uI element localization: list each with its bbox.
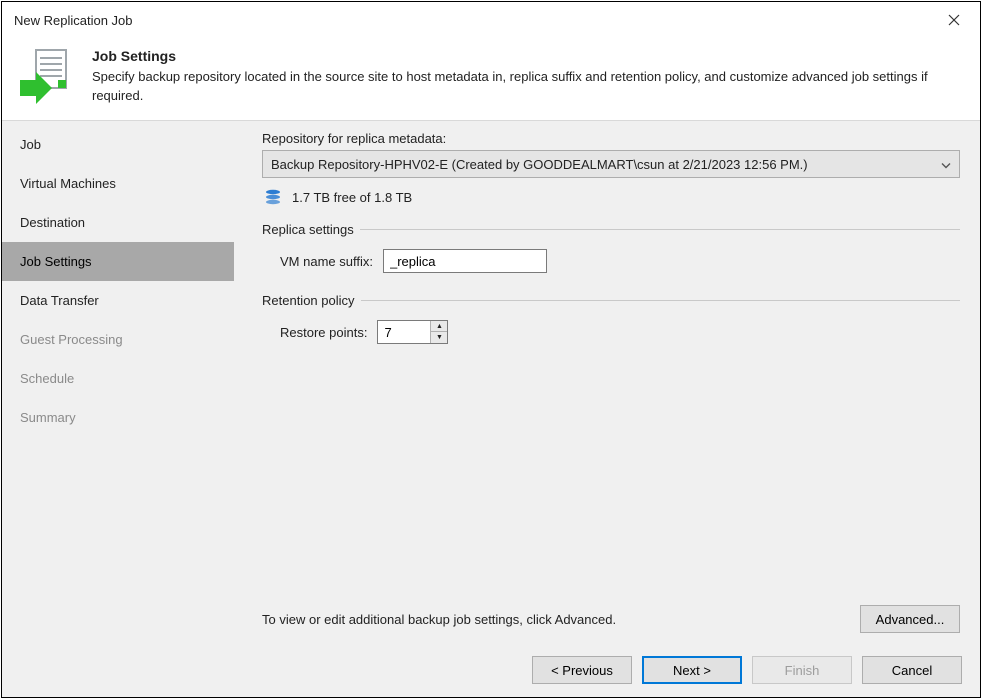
next-button[interactable]: Next > xyxy=(642,656,742,684)
sidebar-item-job-settings[interactable]: Job Settings xyxy=(2,242,234,281)
retention-policy-legend: Retention policy xyxy=(262,293,361,308)
wizard-window: New Replication Job Job Settings Specify… xyxy=(1,1,981,698)
cancel-button[interactable]: Cancel xyxy=(862,656,962,684)
wizard-header: Job Settings Specify backup repository l… xyxy=(2,38,980,120)
page-description: Specify backup repository located in the… xyxy=(92,68,964,106)
disk-stack-icon xyxy=(264,188,282,206)
sidebar-item-virtual-machines[interactable]: Virtual Machines xyxy=(2,164,234,203)
sidebar-item-data-transfer[interactable]: Data Transfer xyxy=(2,281,234,320)
sidebar-item-summary: Summary xyxy=(2,398,234,437)
advanced-button[interactable]: Advanced... xyxy=(860,605,960,633)
chevron-down-icon xyxy=(941,157,951,172)
job-settings-icon xyxy=(18,46,74,106)
page-title: Job Settings xyxy=(92,48,964,64)
retention-policy-group: Retention policy Restore points: ▲ ▼ xyxy=(262,293,960,344)
sidebar-item-guest-processing: Guest Processing xyxy=(2,320,234,359)
close-button[interactable] xyxy=(936,6,972,34)
advanced-hint: To view or edit additional backup job se… xyxy=(262,612,616,627)
wizard-sidebar: Job Virtual Machines Destination Job Set… xyxy=(2,121,234,643)
header-text: Job Settings Specify backup repository l… xyxy=(92,46,964,106)
restore-points-label: Restore points: xyxy=(280,325,367,340)
replica-settings-group: Replica settings VM name suffix: xyxy=(262,222,960,273)
sidebar-item-schedule: Schedule xyxy=(2,359,234,398)
storage-free-text: 1.7 TB free of 1.8 TB xyxy=(292,190,412,205)
repository-dropdown[interactable]: Backup Repository-HPHV02-E (Created by G… xyxy=(262,150,960,178)
wizard-body: Job Virtual Machines Destination Job Set… xyxy=(2,120,980,643)
title-bar: New Replication Job xyxy=(2,2,980,38)
vm-suffix-label: VM name suffix: xyxy=(280,254,373,269)
finish-button: Finish xyxy=(752,656,852,684)
previous-button[interactable]: < Previous xyxy=(532,656,632,684)
replica-settings-legend: Replica settings xyxy=(262,222,360,237)
window-title: New Replication Job xyxy=(14,13,936,28)
wizard-footer: < Previous Next > Finish Cancel xyxy=(2,643,980,697)
sidebar-item-destination[interactable]: Destination xyxy=(2,203,234,242)
advanced-row: To view or edit additional backup job se… xyxy=(262,589,960,633)
close-icon xyxy=(948,14,960,26)
spinner-up-button[interactable]: ▲ xyxy=(431,321,447,332)
repository-label: Repository for replica metadata: xyxy=(262,131,960,146)
sidebar-item-job[interactable]: Job xyxy=(2,125,234,164)
restore-points-input[interactable] xyxy=(378,321,430,343)
repository-selected: Backup Repository-HPHV02-E (Created by G… xyxy=(271,157,808,172)
vm-suffix-input[interactable] xyxy=(383,249,547,273)
storage-line: 1.7 TB free of 1.8 TB xyxy=(262,188,960,206)
wizard-content: Repository for replica metadata: Backup … xyxy=(234,121,980,643)
restore-points-spinner[interactable]: ▲ ▼ xyxy=(377,320,448,344)
spinner-down-button[interactable]: ▼ xyxy=(431,332,447,343)
